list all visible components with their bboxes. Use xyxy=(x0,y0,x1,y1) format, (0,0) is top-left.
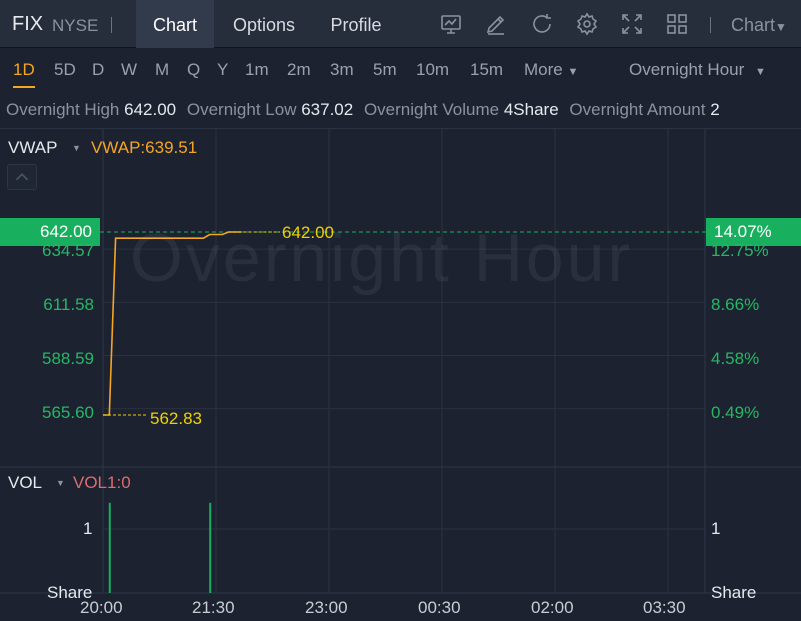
caret-down-icon: ▼ xyxy=(567,66,579,78)
period-y[interactable]: Y xyxy=(217,60,228,80)
period-d[interactable]: D xyxy=(92,60,104,80)
collapse-button[interactable] xyxy=(7,164,37,190)
tab-profile[interactable]: Profile xyxy=(314,0,398,48)
chevron-up-icon xyxy=(15,173,29,181)
period-10m[interactable]: 10m xyxy=(416,60,449,80)
overnight-volume-label: Overnight Volume xyxy=(363,100,500,119)
vol-value: VOL1:0 xyxy=(73,473,131,492)
period-1m[interactable]: 1m xyxy=(245,60,269,80)
y-axis-right-label: 8.66% xyxy=(711,295,760,314)
vwap-value: VWAP:639.51 xyxy=(91,138,198,157)
period-1d[interactable]: 1D xyxy=(13,60,35,88)
y-axis-left-label: 588.59 xyxy=(42,349,94,368)
chart-plot-area[interactable]: Overnight Hour VWAP ▼ VWAP:639.51 642.00… xyxy=(0,128,801,621)
tab-chart[interactable]: Chart xyxy=(136,0,214,48)
top-toolbar: FIX NYSE Chart Options Profile Chart▼ xyxy=(0,0,801,48)
indicator-chart-icon[interactable] xyxy=(439,12,463,36)
period-15m[interactable]: 15m xyxy=(470,60,503,80)
vol-axis-left-label: 1 xyxy=(83,519,93,538)
session-watermark: Overnight Hour xyxy=(130,220,634,296)
session-dropdown[interactable]: Overnight Hour ▼ xyxy=(629,60,766,80)
period-m[interactable]: M xyxy=(155,60,169,80)
settings-gear-icon[interactable] xyxy=(575,12,599,36)
period-5m[interactable]: 5m xyxy=(373,60,397,80)
session-stats-bar: Overnight High 642.00 Overnight Low 637.… xyxy=(0,92,801,128)
period-w[interactable]: W xyxy=(121,60,137,80)
session-label: Overnight Hour xyxy=(629,60,745,79)
period-bar: 1D 5D D W M Q Y 1m 2m 3m 5m 10m 15m More… xyxy=(0,48,801,92)
exchange-label: NYSE xyxy=(52,16,99,35)
y-axis-left-label: 565.60 xyxy=(42,403,94,422)
y-axis-right-label: 4.58% xyxy=(711,349,760,368)
caret-down-icon: ▼ xyxy=(775,20,787,34)
overnight-amount-value: 2 xyxy=(710,100,720,119)
tab-options[interactable]: Options xyxy=(218,0,310,48)
draw-pen-icon[interactable] xyxy=(484,12,508,36)
vol-axis-right-label: 1 xyxy=(711,519,721,538)
toolbar-divider xyxy=(710,17,711,33)
time-axis-label: 21:30 xyxy=(192,598,235,617)
overnight-volume-value: 4Share xyxy=(503,100,559,119)
price-volume-chart xyxy=(0,129,801,594)
volume-bar xyxy=(108,502,111,593)
time-axis-label: 00:30 xyxy=(418,598,461,617)
fullscreen-icon[interactable] xyxy=(620,12,644,36)
overnight-high-label: Overnight High xyxy=(6,100,120,119)
more-periods-dropdown[interactable]: More ▼ xyxy=(524,60,578,80)
vol-unit-right: Share xyxy=(711,583,757,602)
caret-down-icon: ▼ xyxy=(755,66,766,78)
overnight-amount-label: Overnight Amount xyxy=(569,100,706,119)
time-axis-label: 20:00 xyxy=(80,598,123,617)
chart-type-label: Chart xyxy=(731,15,776,35)
overnight-low-label: Overnight Low xyxy=(186,100,297,119)
more-label: More xyxy=(524,60,563,79)
y-axis-left-label: 634.57 xyxy=(42,241,94,260)
period-2m[interactable]: 2m xyxy=(287,60,311,80)
time-axis-label: 23:00 xyxy=(305,598,348,617)
ticker-symbol: FIX xyxy=(12,13,44,35)
y-axis-left-label: 611.58 xyxy=(43,295,94,314)
time-axis-label: 03:30 xyxy=(643,598,686,617)
layout-grid-icon[interactable] xyxy=(665,12,689,36)
volume-bar xyxy=(209,502,212,593)
overnight-low-value: 637.02 xyxy=(301,100,354,119)
vol-indicator-name[interactable]: VOL xyxy=(8,473,42,493)
low-price-marker: 562.83 xyxy=(150,409,202,428)
toolbar-divider xyxy=(111,17,112,33)
period-5d[interactable]: 5D xyxy=(54,60,76,80)
y-axis-right-label: 12.75% xyxy=(711,241,769,260)
chart-type-dropdown[interactable]: Chart▼ xyxy=(731,15,787,36)
overnight-high-value: 642.00 xyxy=(124,100,177,119)
period-3m[interactable]: 3m xyxy=(330,60,354,80)
vwap-indicator-name[interactable]: VWAP xyxy=(8,138,57,158)
caret-down-icon[interactable]: ▼ xyxy=(56,478,65,488)
period-q[interactable]: Q xyxy=(187,60,200,80)
time-axis-label: 02:00 xyxy=(531,598,574,617)
refresh-icon[interactable] xyxy=(530,12,554,36)
caret-down-icon[interactable]: ▼ xyxy=(72,143,81,153)
y-axis-right-label: 0.49% xyxy=(711,403,760,422)
high-price-marker: 642.00 xyxy=(282,223,334,242)
